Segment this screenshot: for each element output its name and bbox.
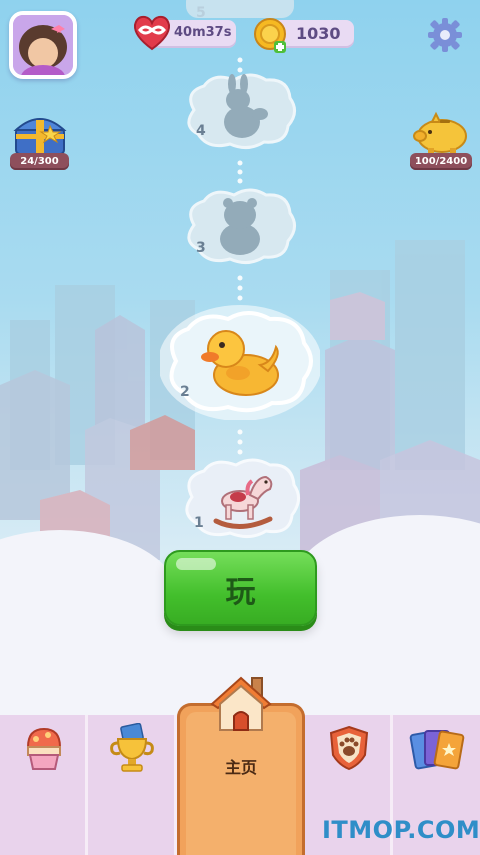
nav-item-trophies[interactable] bbox=[88, 715, 177, 855]
treasure-chest-icon[interactable] bbox=[10, 110, 70, 158]
paw-badge-icon bbox=[329, 725, 369, 771]
cards-icon bbox=[409, 730, 465, 770]
chest-progress-counter: 24/300 bbox=[10, 153, 69, 170]
level-1-number: 1 bbox=[194, 515, 204, 531]
home-house-icon bbox=[210, 676, 272, 731]
player-avatar[interactable] bbox=[9, 11, 77, 79]
gear-icon[interactable] bbox=[426, 16, 464, 54]
level-5-number: 5 bbox=[196, 5, 206, 21]
trophy-icon bbox=[110, 723, 154, 772]
shop-cupcake-icon bbox=[26, 727, 62, 770]
game-scene: 5 4 3 2 1 玩 40m37s 1030 24/300 100/2400 … bbox=[0, 0, 480, 855]
watermark-text: ITMOP.COM bbox=[322, 816, 480, 844]
play-button[interactable]: 玩 bbox=[164, 550, 317, 626]
level-3-number: 3 bbox=[196, 240, 206, 256]
lives-timer-text: 40m37s bbox=[174, 25, 232, 40]
level-1-cloud[interactable]: 1 bbox=[178, 455, 304, 540]
coin-icon bbox=[254, 18, 286, 53]
nav-home-label: 主页 bbox=[224, 758, 257, 777]
coins-count: 1030 bbox=[296, 24, 341, 43]
play-button-label: 玩 bbox=[225, 575, 256, 610]
nav-item-shop[interactable] bbox=[0, 715, 88, 855]
piggy-bank-icon[interactable] bbox=[410, 110, 472, 156]
level-4-cloud[interactable]: 4 bbox=[180, 70, 300, 150]
level-2-cloud[interactable]: 2 bbox=[158, 305, 322, 421]
piggy-bank-progress-counter: 100/2400 bbox=[410, 153, 472, 170]
level-4-number: 4 bbox=[196, 123, 206, 139]
avatar-portrait-icon bbox=[13, 15, 73, 75]
level-2-number: 2 bbox=[180, 384, 190, 400]
level-3-cloud[interactable]: 3 bbox=[180, 185, 300, 265]
heart-infinite-icon bbox=[133, 15, 171, 51]
